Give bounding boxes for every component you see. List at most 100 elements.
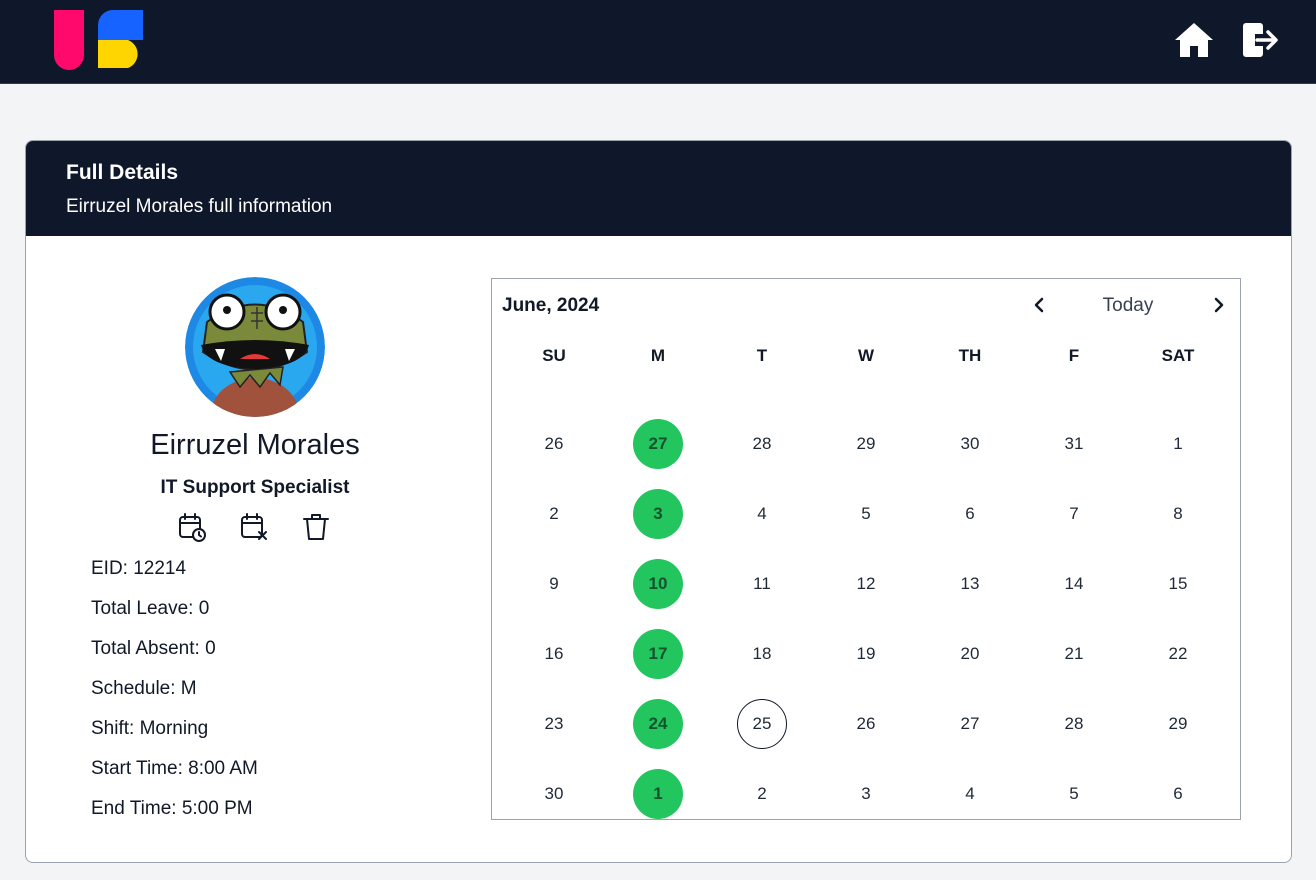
calendar-day-cell[interactable]: 20: [918, 619, 1022, 689]
logout-button[interactable]: [1240, 20, 1280, 60]
calendar-day-number: 22: [1168, 644, 1188, 663]
card-subtitle: Eirruzel Morales full information: [66, 196, 333, 217]
employee-info-list: EID: 12214 Total Leave: 0 Total Absent: …: [91, 556, 258, 836]
calendar-day-number: 29: [1168, 714, 1188, 733]
calendar-week-row: 26 27 28 29 30 31 1: [502, 409, 1230, 479]
calendar-day-cell[interactable]: 9: [502, 549, 606, 619]
calendar-day-cell[interactable]: 31: [1022, 409, 1126, 479]
weekday-label: W: [857, 346, 875, 365]
calendar-day-cell[interactable]: 5: [814, 479, 918, 549]
calendar-day-cell[interactable]: 2: [710, 759, 814, 829]
schedule-button[interactable]: [176, 511, 207, 542]
calendar-day-number: 28: [1064, 714, 1084, 733]
calendar-day-number: 30: [960, 434, 980, 453]
calendar-grid: SU M T W TH F SAT 26 27 28 29 30 31 1 2 3 4 5 6 7 8 9 10 11 12 1…: [502, 339, 1230, 829]
next-month-button[interactable]: [1206, 293, 1230, 317]
employee-actions: [176, 511, 331, 542]
calendar-day-cell[interactable]: 14: [1022, 549, 1126, 619]
us-logo-icon[interactable]: [54, 10, 144, 70]
calendar-day-cell[interactable]: 19: [814, 619, 918, 689]
calendar-month-label: June, 2024: [502, 295, 600, 316]
calendar-day-cell[interactable]: 3: [814, 759, 918, 829]
calendar-day-number: 20: [960, 644, 980, 663]
calendar-day-cell[interactable]: 28: [710, 409, 814, 479]
avatar: [185, 277, 325, 417]
home-button[interactable]: [1174, 20, 1214, 60]
calendar-day-cell[interactable]: 25: [710, 689, 814, 759]
calendar-day-number: 26: [544, 434, 564, 453]
calendar-day-number: 21: [1064, 644, 1084, 663]
calendar-clock-icon: [178, 512, 206, 542]
mark-absent-button[interactable]: [238, 511, 269, 542]
calendar-day-number: 7: [1069, 504, 1079, 523]
calendar-day-cell[interactable]: 1: [1126, 409, 1230, 479]
employee-role: IT Support Specialist: [160, 477, 350, 498]
calendar-day-number: 8: [1173, 504, 1183, 523]
calendar-day-number: 9: [549, 574, 559, 593]
calendar-x-icon: [240, 512, 267, 540]
calendar-day-cell[interactable]: 29: [1126, 689, 1230, 759]
calendar-day-cell[interactable]: 6: [1126, 759, 1230, 829]
calendar-day-cell[interactable]: 4: [918, 759, 1022, 829]
calendar-week-row: 30 1 2 3 4 5 6: [502, 759, 1230, 829]
calendar-day-cell[interactable]: 11: [710, 549, 814, 619]
calendar-day-number: 19: [856, 644, 876, 663]
calendar-week-row: 23 24 25 26 27 28 29: [502, 689, 1230, 759]
calendar-day-cell[interactable]: 30: [502, 759, 606, 829]
calendar-day-marked: 24: [633, 699, 683, 749]
calendar-day-cell[interactable]: 17: [606, 619, 710, 689]
attendance-calendar: June, 2024 Today SU M T W TH F SAT 26 27 28 29 30 3…: [491, 278, 1241, 820]
calendar-day-number: 4: [757, 504, 767, 523]
calendar-day-cell[interactable]: 10: [606, 549, 710, 619]
calendar-day-cell[interactable]: 22: [1126, 619, 1230, 689]
calendar-day-cell[interactable]: 18: [710, 619, 814, 689]
previous-month-button[interactable]: [1028, 293, 1052, 317]
calendar-day-marked: 10: [633, 559, 683, 609]
calendar-day-cell[interactable]: 30: [918, 409, 1022, 479]
card-title: Full Details: [66, 161, 179, 184]
calendar-day-number: 29: [856, 434, 876, 453]
calendar-day-number: 6: [965, 504, 975, 523]
info-end-time: End Time: 5:00 PM: [91, 798, 253, 819]
weekday-label: SAT: [1161, 346, 1195, 365]
calendar-day-number: 31: [1064, 434, 1084, 453]
calendar-day-number: 25: [737, 699, 787, 749]
delete-button[interactable]: [300, 511, 331, 542]
calendar-day-number: 26: [856, 714, 876, 733]
calendar-day-cell[interactable]: 24: [606, 689, 710, 759]
calendar-day-cell[interactable]: 23: [502, 689, 606, 759]
calendar-day-cell[interactable]: 26: [814, 689, 918, 759]
calendar-day-cell[interactable]: 15: [1126, 549, 1230, 619]
top-navbar: [0, 0, 1316, 84]
calendar-day-cell[interactable]: 3: [606, 479, 710, 549]
calendar-day-cell[interactable]: 27: [606, 409, 710, 479]
calendar-day-cell[interactable]: 12: [814, 549, 918, 619]
calendar-day-cell[interactable]: 21: [1022, 619, 1126, 689]
calendar-day-cell[interactable]: 26: [502, 409, 606, 479]
calendar-day-cell[interactable]: 13: [918, 549, 1022, 619]
calendar-day-cell[interactable]: 28: [1022, 689, 1126, 759]
weekday-label: SU: [542, 346, 566, 365]
calendar-day-cell[interactable]: 29: [814, 409, 918, 479]
calendar-day-cell[interactable]: 16: [502, 619, 606, 689]
calendar-day-number: 5: [1069, 784, 1079, 803]
calendar-day-cell[interactable]: 6: [918, 479, 1022, 549]
calendar-day-cell[interactable]: 27: [918, 689, 1022, 759]
calendar-day-cell[interactable]: 7: [1022, 479, 1126, 549]
card-header: Full Details Eirruzel Morales full infor…: [26, 141, 1291, 236]
info-start-time: Start Time: 8:00 AM: [91, 758, 258, 779]
calendar-day-cell[interactable]: 1: [606, 759, 710, 829]
calendar-day-cell[interactable]: 8: [1126, 479, 1230, 549]
calendar-day-number: 2: [757, 784, 767, 803]
calendar-day-number: 2: [549, 504, 559, 523]
weekday-label: T: [756, 346, 768, 365]
calendar-day-number: 18: [752, 644, 772, 663]
calendar-day-number: 13: [960, 574, 980, 593]
today-button[interactable]: Today: [1078, 295, 1178, 317]
weekday-label: M: [650, 346, 666, 365]
calendar-day-number: 11: [753, 574, 771, 593]
trash-icon: [302, 513, 329, 540]
calendar-day-cell[interactable]: 2: [502, 479, 606, 549]
calendar-day-cell[interactable]: 5: [1022, 759, 1126, 829]
calendar-day-cell[interactable]: 4: [710, 479, 814, 549]
